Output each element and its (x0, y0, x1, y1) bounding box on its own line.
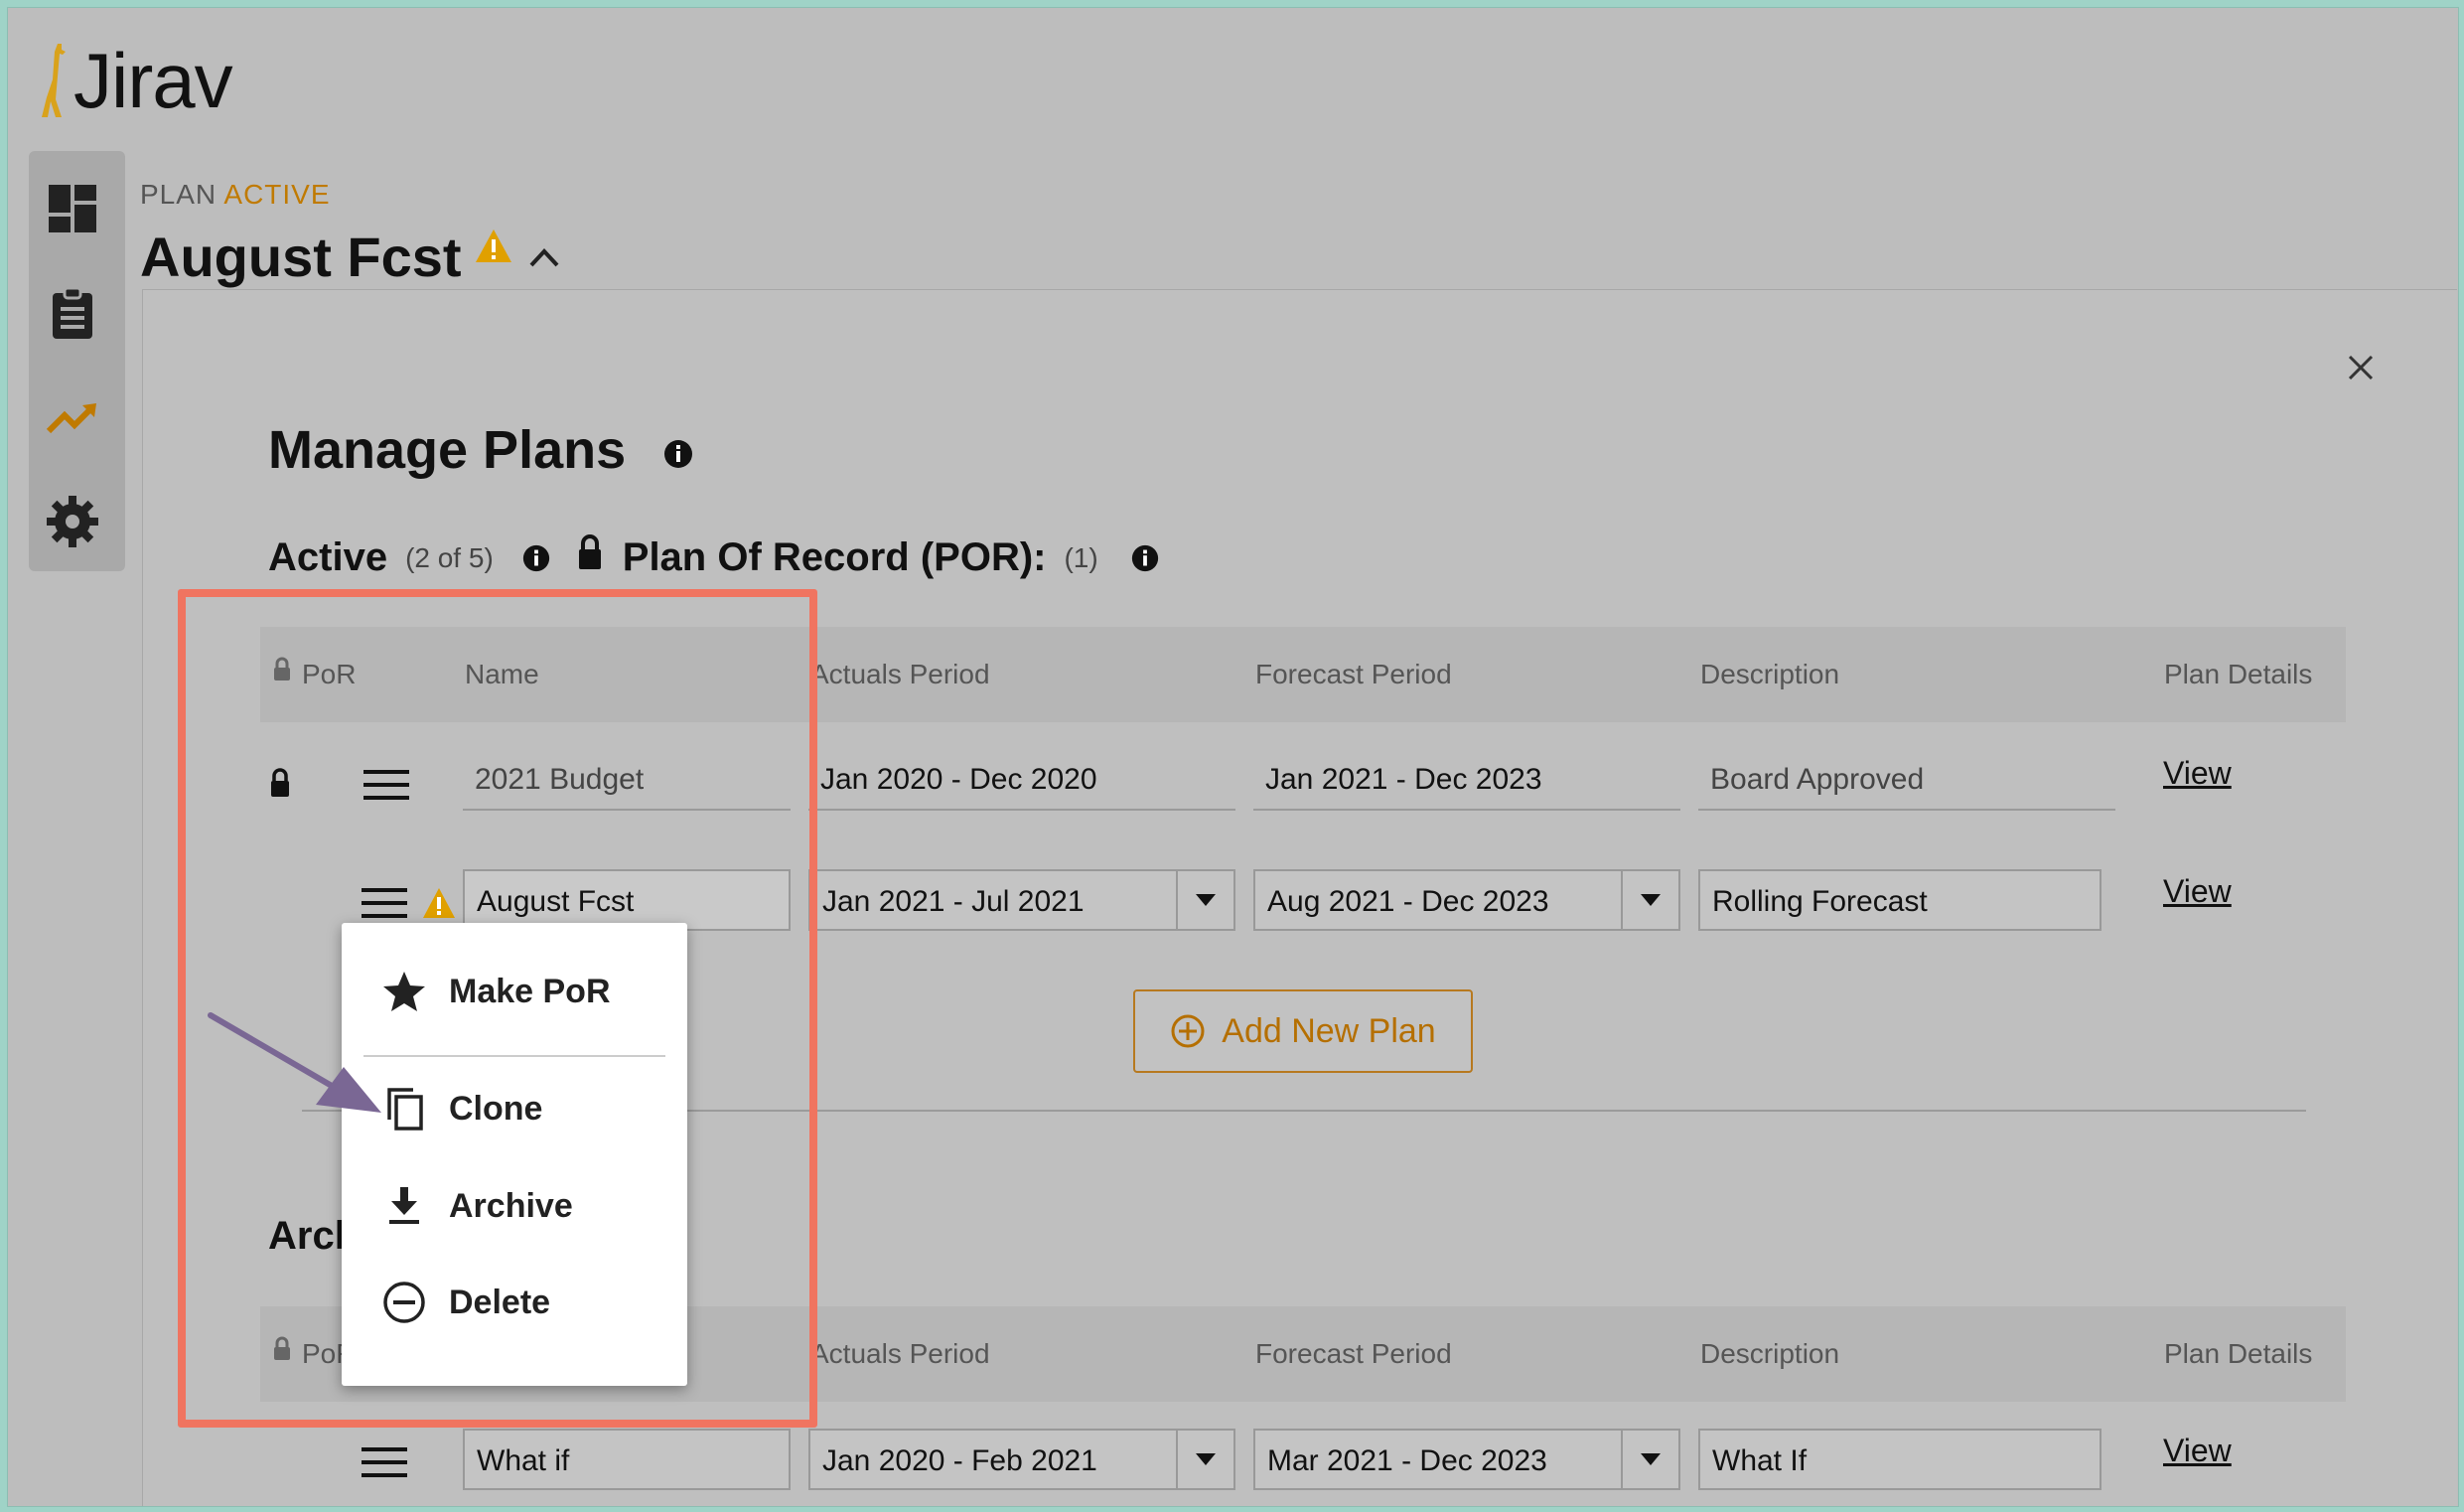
view-link[interactable]: View (2163, 755, 2232, 792)
star-icon (383, 972, 425, 1011)
actuals-period-value: Jan 2021 - Jul 2021 (822, 885, 1085, 918)
active-count: (2 of 5) (405, 541, 494, 573)
caret-down-icon (1196, 894, 1216, 906)
menu-separator (363, 1055, 665, 1057)
download-icon (389, 1187, 419, 1224)
menu-item-archive[interactable]: Archive (381, 1183, 573, 1229)
menu-item-label: Make PoR (449, 972, 611, 1010)
plan-context-menu: Make PoR Clone Archive Delete (342, 923, 687, 1386)
menu-item-make-por[interactable]: Make PoR (381, 969, 611, 1014)
giraffe-icon (42, 44, 66, 117)
dropdown-toggle[interactable] (1176, 1431, 1233, 1488)
trend-up-icon[interactable] (43, 387, 102, 447)
chevron-up-icon[interactable] (527, 245, 561, 269)
column-header-plan-details: Plan Details (2164, 1338, 2313, 1369)
annotation-arrow (208, 1012, 381, 1113)
plus-circle-icon (1171, 1014, 1205, 1048)
actuals-period-field[interactable]: Jan 2020 - Dec 2020 (808, 749, 1235, 811)
column-header-description: Description (1700, 1338, 1840, 1369)
forecast-period-select[interactable]: Mar 2021 - Dec 2023 (1253, 1429, 1680, 1490)
description-input[interactable]: Rolling Forecast (1698, 869, 2102, 931)
manage-plans-title: Manage Plans (268, 419, 694, 481)
drag-handle-icon[interactable] (362, 1445, 407, 1479)
actuals-period-select[interactable]: Jan 2020 - Feb 2021 (808, 1429, 1235, 1490)
copy-icon (387, 1088, 423, 1131)
info-icon[interactable] (521, 543, 551, 573)
menu-item-clone[interactable]: Clone (381, 1086, 542, 1132)
description-input[interactable]: What If (1698, 1429, 2102, 1490)
add-new-plan-button[interactable]: Add New Plan (1133, 989, 1473, 1073)
active-heading-row: Active (2 of 5) Plan Of Record (POR): (1… (268, 533, 1160, 580)
jirav-logo[interactable]: Jirav (36, 30, 233, 124)
dropdown-toggle[interactable] (1621, 1431, 1678, 1488)
dropdown-toggle[interactable] (1176, 871, 1233, 929)
menu-item-label: Archive (449, 1186, 573, 1225)
actuals-period-value: Jan 2020 - Feb 2021 (822, 1444, 1097, 1477)
minus-circle-icon (383, 1282, 425, 1323)
column-header-description: Description (1700, 659, 1840, 689)
active-heading: Active (268, 535, 388, 579)
plan-title: August Fcst (140, 226, 462, 288)
forecast-period-value: Aug 2021 - Dec 2023 (1267, 885, 1549, 918)
view-link[interactable]: View (2163, 1433, 2232, 1469)
manage-plans-title-text: Manage Plans (268, 420, 627, 480)
clipboard-icon[interactable] (43, 283, 102, 343)
forecast-period-select[interactable]: Aug 2021 - Dec 2023 (1253, 869, 1680, 931)
column-header-forecast: Forecast Period (1255, 1338, 1452, 1369)
column-header-forecast: Forecast Period (1255, 659, 1452, 689)
description-field[interactable]: Board Approved (1698, 749, 2115, 811)
app-window: Jirav PLAN ACTIVE August Fcst Manage Pla… (7, 7, 2459, 1507)
plan-status-value: ACTIVE (223, 179, 331, 210)
menu-item-label: Clone (449, 1089, 543, 1128)
close-icon[interactable] (2346, 353, 2376, 382)
plan-title-row: August Fcst (140, 225, 561, 289)
por-count: (1) (1064, 541, 1098, 573)
por-heading: Plan Of Record (POR): (622, 535, 1047, 579)
plan-status-prefix: PLAN (140, 179, 217, 210)
warning-icon (475, 228, 511, 262)
forecast-period-field[interactable]: Jan 2021 - Dec 2023 (1253, 749, 1680, 811)
caret-down-icon (1196, 1453, 1216, 1465)
caret-down-icon (1641, 894, 1661, 906)
dropdown-toggle[interactable] (1621, 871, 1678, 929)
menu-item-delete[interactable]: Delete (381, 1280, 550, 1325)
brand-name: Jirav (73, 37, 233, 124)
forecast-period-value: Mar 2021 - Dec 2023 (1267, 1444, 1547, 1477)
plan-name-input[interactable]: What if (463, 1429, 791, 1490)
info-icon[interactable] (662, 438, 694, 470)
caret-down-icon (1641, 1453, 1661, 1465)
settings-gear-icon[interactable] (43, 492, 102, 551)
view-link[interactable]: View (2163, 873, 2232, 910)
lock-icon (578, 533, 601, 569)
dashboard-icon[interactable] (43, 179, 102, 238)
info-icon[interactable] (1130, 543, 1160, 573)
column-header-actuals: Actuals Period (810, 1338, 990, 1369)
plan-status: PLAN ACTIVE (140, 179, 331, 211)
actuals-period-select[interactable]: Jan 2021 - Jul 2021 (808, 869, 1235, 931)
menu-item-label: Delete (449, 1283, 551, 1321)
add-new-plan-label: Add New Plan (1222, 1011, 1436, 1050)
column-header-plan-details: Plan Details (2164, 659, 2313, 689)
sidebar (29, 151, 125, 571)
column-header-actuals: Actuals Period (810, 659, 990, 689)
